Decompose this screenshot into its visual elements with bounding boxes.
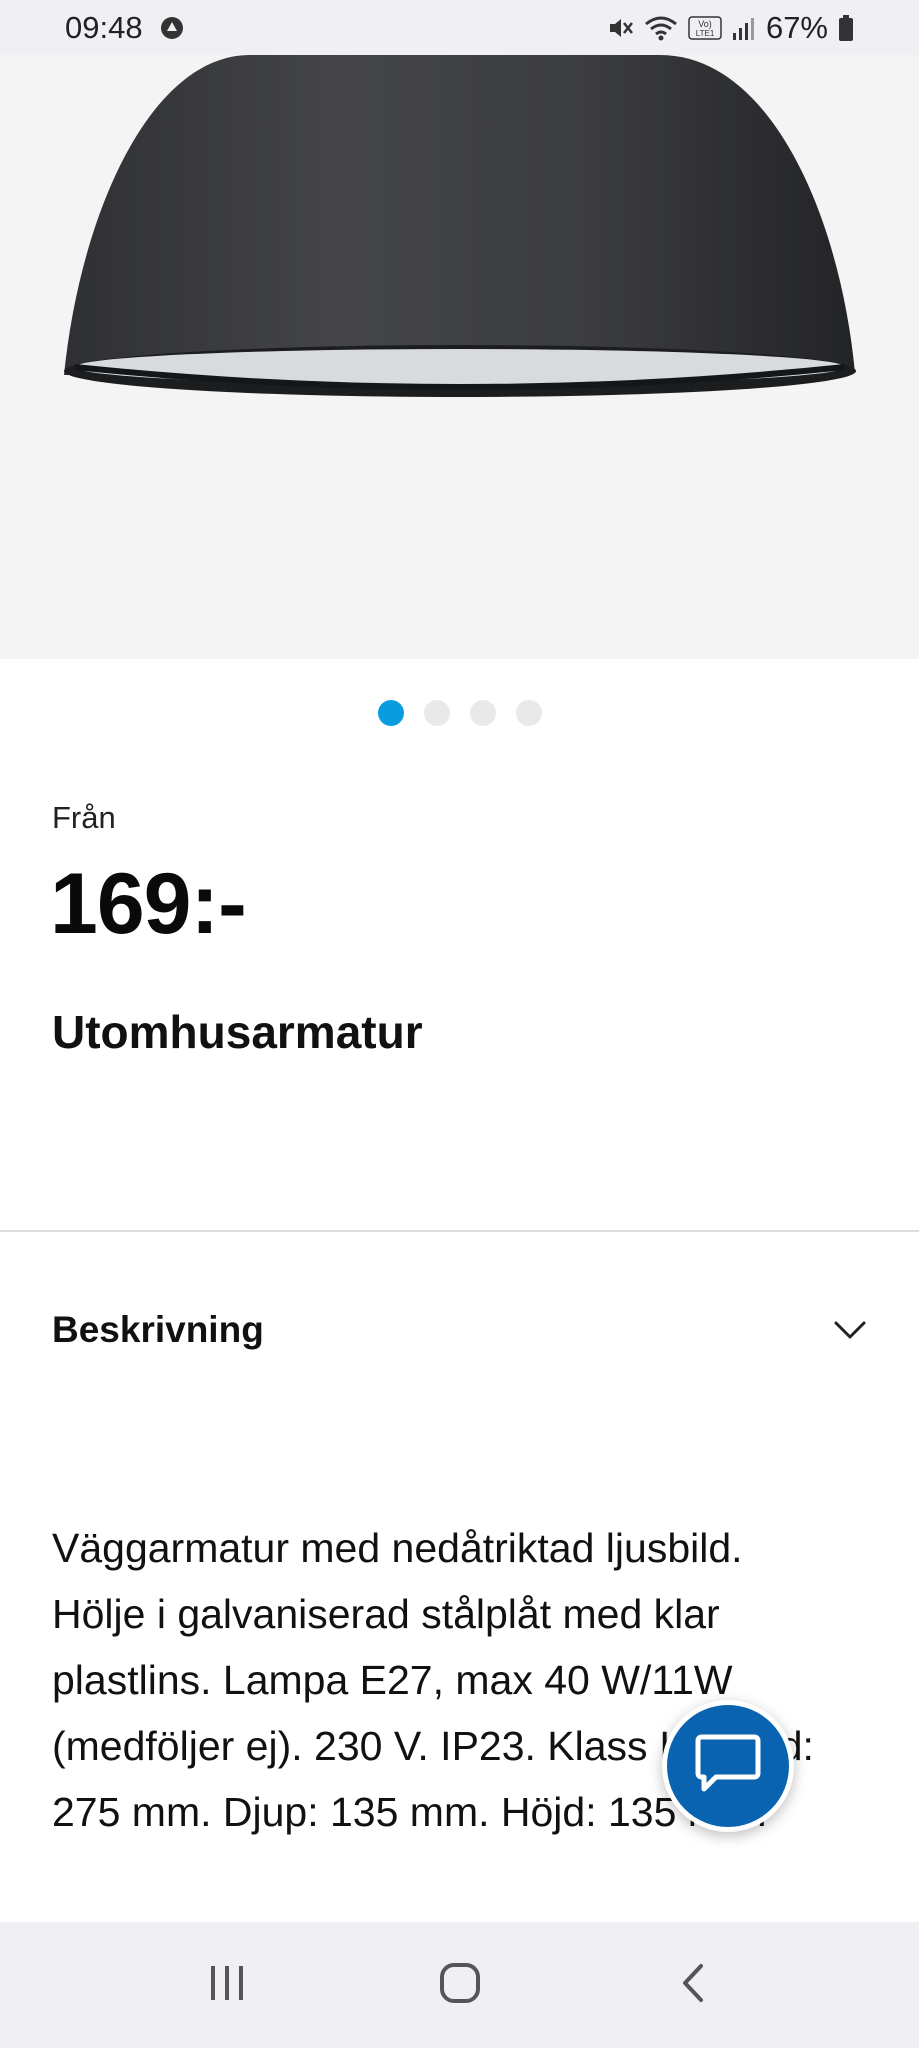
back-button[interactable] [653,1945,733,2025]
battery-icon [838,14,854,42]
recent-apps-button[interactable] [187,1945,267,2025]
accordion-label: Beskrivning [52,1309,264,1350]
sync-icon [159,15,185,41]
product-image[interactable] [0,55,919,659]
product-title: Utomhusarmatur [52,1006,423,1058]
description-line: Hölje i galvaniserad stålplåt med klar [52,1591,720,1637]
description-line: Väggarmatur med nedåtriktad ljusbild. [52,1525,743,1571]
wifi-icon [644,14,678,42]
status-time: 09:48 [65,9,143,45]
carousel-dot-4[interactable] [515,700,542,726]
section-divider [0,1230,919,1232]
chevron-down-icon[interactable] [833,1319,867,1341]
outdoor-lamp-image [64,55,856,397]
signal-icon [732,15,756,41]
status-bar: 09:48 Vo) LTE1 67% [0,0,919,55]
price-prefix: Från [52,800,116,835]
status-left: 09:48 [65,10,185,46]
home-icon [438,1961,482,2010]
status-right: Vo) LTE1 67% [606,10,854,46]
home-button[interactable] [420,1945,500,2025]
product-price: 169:- [50,856,247,952]
svg-text:Vo): Vo) [698,19,712,29]
description-accordion-header[interactable]: Beskrivning [0,1290,919,1370]
mute-icon [606,14,634,42]
recent-apps-icon [207,1964,247,2007]
battery-percent: 67% [765,9,828,45]
svg-text:LTE1: LTE1 [696,29,715,38]
chat-button[interactable] [662,1700,794,1832]
carousel-dots [0,700,919,730]
carousel-dot-1[interactable] [377,700,404,726]
carousel-dot-2[interactable] [423,700,450,726]
chat-bubble-icon [692,1731,764,1802]
back-icon [679,1962,707,2009]
system-nav-bar [0,1922,919,2048]
product-page: 09:48 Vo) LTE1 67% Från 169:- Utomhusarm… [0,0,919,2048]
carousel-dot-3[interactable] [469,700,496,726]
volte-icon: Vo) LTE1 [688,14,722,42]
